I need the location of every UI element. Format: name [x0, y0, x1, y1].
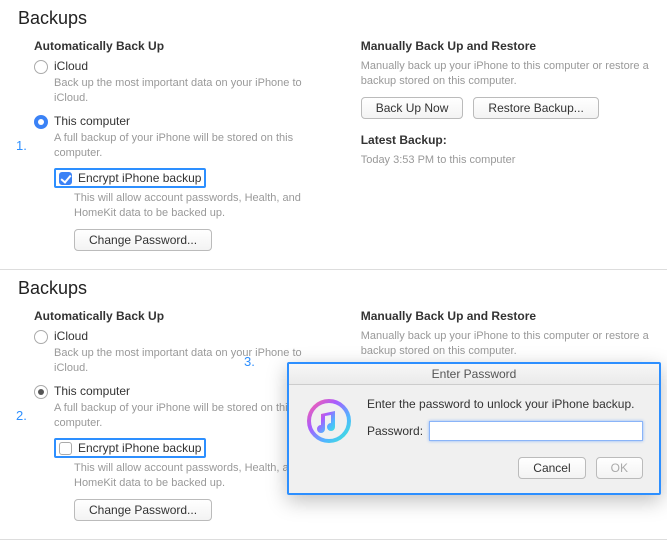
radio-icloud-label: iCloud: [54, 59, 88, 73]
icloud-subtext: Back up the most important data on your …: [34, 76, 337, 106]
backups-section-2: Backups Automatically Back Up iCloud Bac…: [0, 270, 667, 540]
manual-subtext: Manually back up your iPhone to this com…: [361, 59, 649, 89]
manual-heading: Manually Back Up and Restore: [361, 309, 649, 323]
itunes-icon: [305, 397, 353, 445]
password-label: Password:: [367, 424, 423, 438]
auto-backup-heading: Automatically Back Up: [34, 309, 337, 323]
step-number-2: 2.: [16, 408, 27, 423]
radio-this-computer-input[interactable]: [34, 385, 48, 399]
dialog-message: Enter the password to unlock your iPhone…: [367, 397, 643, 411]
encrypt-label: Encrypt iPhone backup: [78, 171, 201, 185]
radio-icloud[interactable]: iCloud: [34, 329, 337, 344]
ok-button[interactable]: OK: [596, 457, 643, 479]
manual-backup-column: Manually Back Up and Restore Manually ba…: [361, 39, 649, 251]
cancel-button[interactable]: Cancel: [518, 457, 585, 479]
change-password-button[interactable]: Change Password...: [74, 499, 212, 521]
encrypt-highlight-1: Encrypt iPhone backup: [54, 168, 206, 188]
encrypt-highlight-2: Encrypt iPhone backup: [54, 438, 206, 458]
latest-backup-heading: Latest Backup:: [361, 133, 649, 147]
change-password-button[interactable]: Change Password...: [74, 229, 212, 251]
manual-subtext: Manually back up your iPhone to this com…: [361, 329, 649, 359]
restore-backup-button[interactable]: Restore Backup...: [473, 97, 598, 119]
radio-icloud-label: iCloud: [54, 329, 88, 343]
password-input[interactable]: [429, 421, 643, 441]
encrypt-checkbox[interactable]: [59, 442, 72, 455]
section-title: Backups: [18, 278, 649, 299]
back-up-now-button[interactable]: Back Up Now: [361, 97, 464, 119]
radio-icloud[interactable]: iCloud: [34, 59, 337, 74]
this-computer-subtext: A full backup of your iPhone will be sto…: [34, 131, 337, 161]
backups-section-1: Backups Automatically Back Up iCloud Bac…: [0, 0, 667, 270]
encrypt-subtext: This will allow account passwords, Healt…: [34, 191, 337, 221]
encrypt-label: Encrypt iPhone backup: [78, 441, 201, 455]
dialog-title: Enter Password: [289, 364, 659, 385]
auto-backup-heading: Automatically Back Up: [34, 39, 337, 53]
manual-heading: Manually Back Up and Restore: [361, 39, 649, 53]
radio-icloud-input[interactable]: [34, 60, 48, 74]
radio-this-computer-label: This computer: [54, 384, 130, 398]
radio-icloud-input[interactable]: [34, 330, 48, 344]
encrypt-checkbox[interactable]: [59, 172, 72, 185]
radio-this-computer-label: This computer: [54, 114, 130, 128]
section-title: Backups: [18, 8, 649, 29]
radio-this-computer[interactable]: This computer: [34, 114, 337, 129]
radio-this-computer-input[interactable]: [34, 115, 48, 129]
auto-backup-column: Automatically Back Up iCloud Back up the…: [18, 39, 337, 251]
password-dialog: Enter Password Enter the password to unl…: [287, 362, 661, 495]
latest-backup-value: Today 3:53 PM to this computer: [361, 153, 649, 168]
step-number-3: 3.: [244, 354, 255, 369]
step-number-1: 1.: [16, 138, 27, 153]
